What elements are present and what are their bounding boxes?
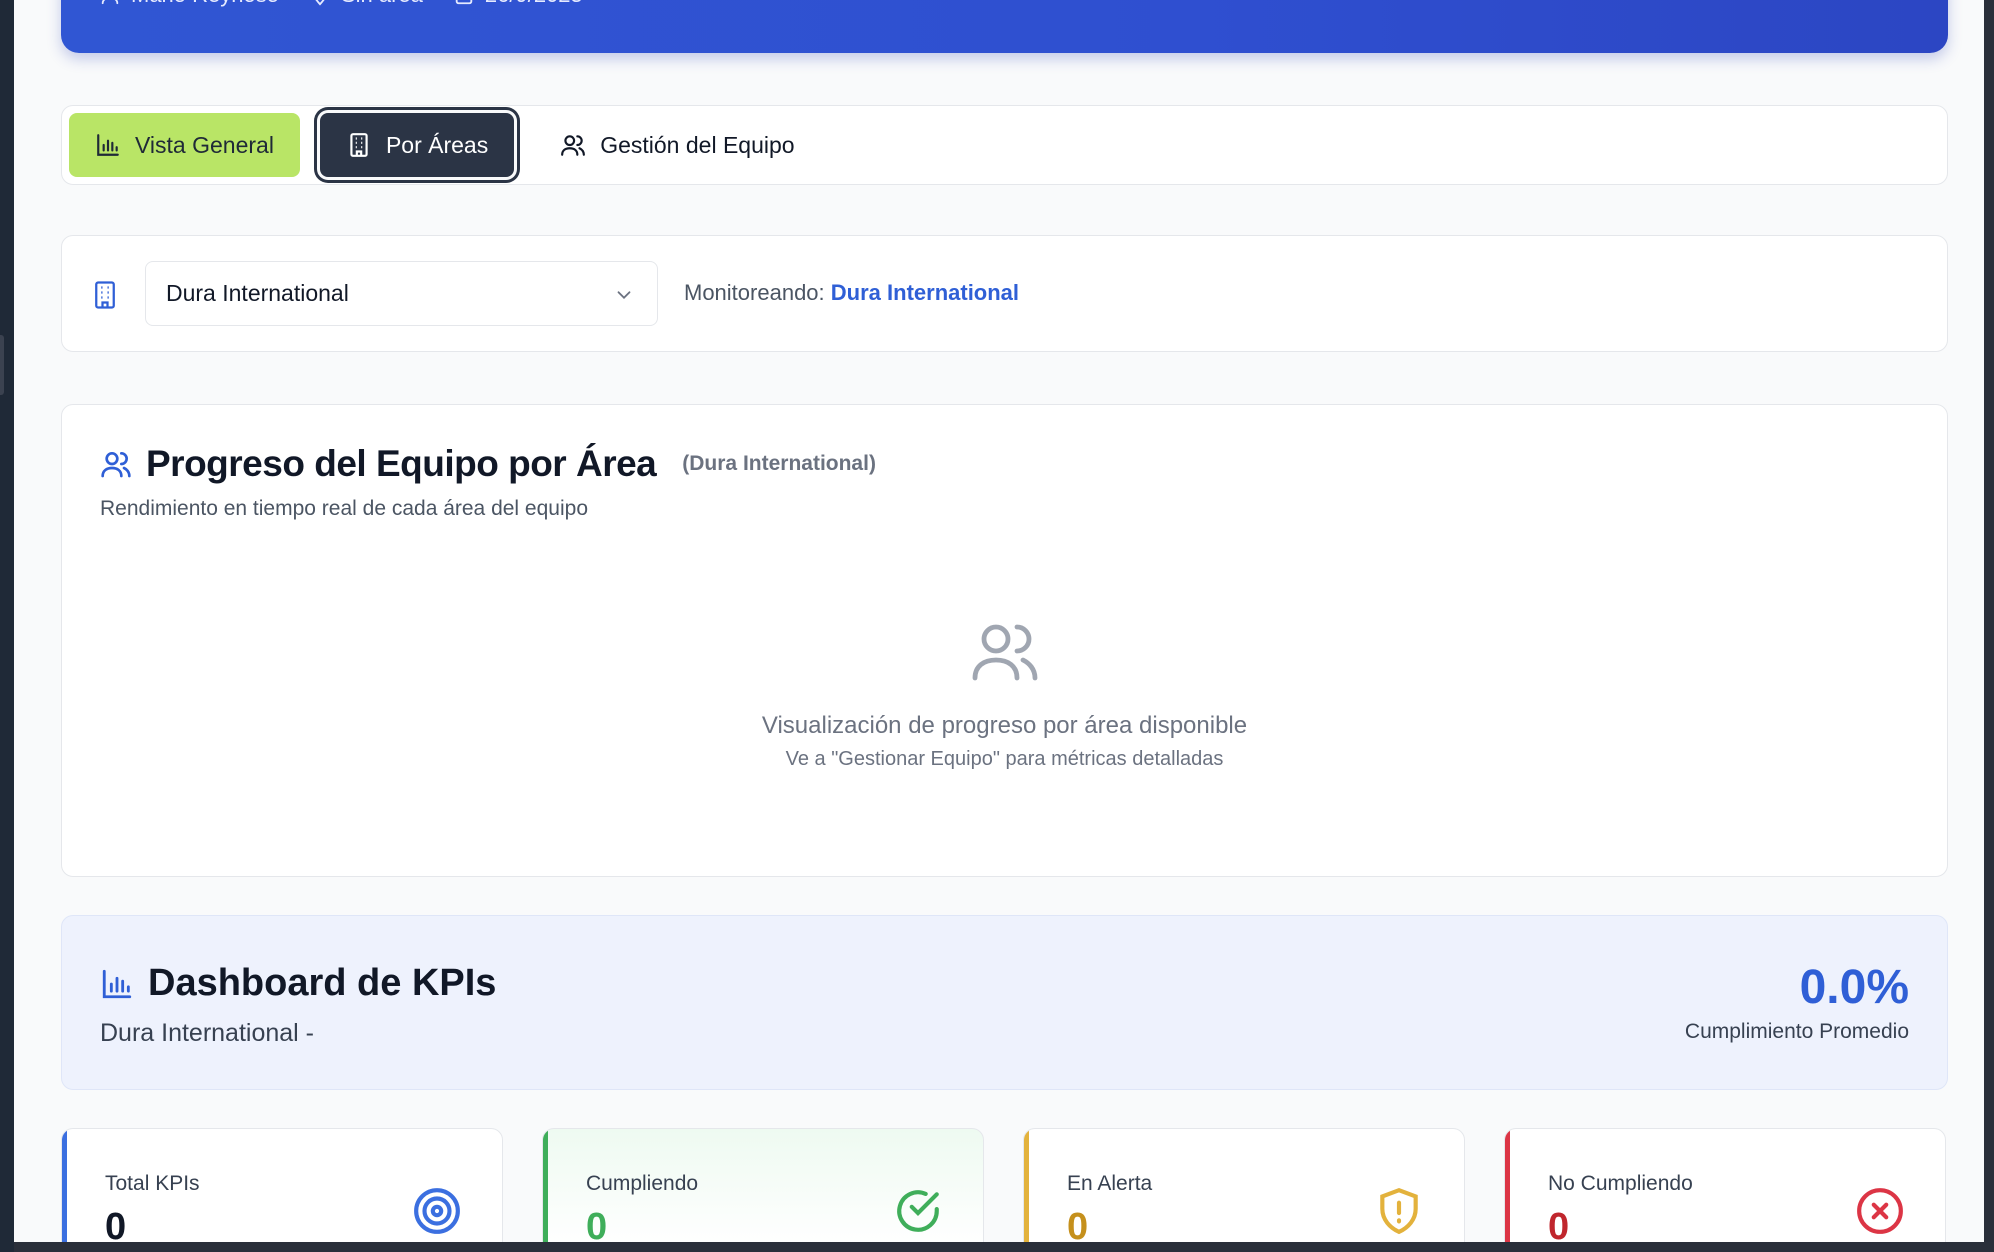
user-icon xyxy=(101,0,119,5)
stat-label: Total KPIs xyxy=(105,1172,200,1195)
header-area-label: Sin área xyxy=(341,0,423,8)
header-user: Mario Reynoso xyxy=(99,0,279,8)
monitoring-label: Monitoreando: Dura International xyxy=(684,280,1019,306)
team-progress-card: Progreso del Equipo por Área (Dura Inter… xyxy=(61,404,1948,877)
stat-label: En Alerta xyxy=(1067,1172,1153,1195)
kpi-average-label: Cumplimiento Promedio xyxy=(1684,1020,1909,1043)
progress-title-row: Progreso del Equipo por Área (Dura Inter… xyxy=(100,443,876,485)
users-icon xyxy=(972,624,1037,681)
tab-vista-general[interactable]: Vista General xyxy=(69,113,300,177)
stat-value: 0 xyxy=(1548,1206,1570,1242)
kpi-stats: Total KPIs 0 Cumpliendo 0 En Alerta 0 No… xyxy=(61,1128,1948,1242)
header-date: 26/9/2025 xyxy=(453,0,583,8)
stat-label: No Cumpliendo xyxy=(1548,1172,1693,1195)
kpi-title-row: Dashboard de KPIs xyxy=(100,962,496,1005)
tab-por-areas[interactable]: Por Áreas xyxy=(319,113,515,177)
users-icon xyxy=(561,135,586,156)
map-pin-icon xyxy=(315,0,325,6)
progress-title: Progreso del Equipo por Área xyxy=(146,443,657,484)
building-icon xyxy=(95,281,115,309)
stat-en-alerta: En Alerta 0 xyxy=(1023,1128,1465,1242)
progress-subtitle: (Dura International) xyxy=(682,452,876,475)
sidebar-edge xyxy=(0,0,14,1252)
sidebar-handle[interactable] xyxy=(0,335,4,395)
empty-state-title: Visualización de progreso por área dispo… xyxy=(761,712,1248,739)
users-icon xyxy=(101,452,131,478)
area-select-value: Dura International xyxy=(166,280,349,306)
empty-state: Visualización de progreso por área dispo… xyxy=(62,615,1947,771)
monitoring-value: Dura International xyxy=(830,280,1020,305)
kpi-dashboard-banner: Dashboard de KPIs Dura International - 0… xyxy=(61,915,1948,1090)
stat-label: Cumpliendo xyxy=(586,1172,699,1195)
header-user-name: Mario Reynoso xyxy=(131,0,279,8)
area-selector-card: Dura International Monitoreando: Dura In… xyxy=(61,235,1948,352)
progress-description: Rendimiento en tiempo real de cada área … xyxy=(100,497,588,520)
shield-alert-icon xyxy=(1380,1187,1418,1235)
view-tabs: Vista General Por Áreas Gestión del Equi… xyxy=(61,105,1948,185)
target-icon xyxy=(414,1188,460,1234)
header-date-label: 26/9/2025 xyxy=(485,0,583,8)
calendar-icon xyxy=(455,0,473,5)
bar-chart-icon xyxy=(102,969,132,998)
kpi-title: Dashboard de KPIs xyxy=(148,962,497,1004)
tab-label: Vista General xyxy=(135,131,274,158)
header-area: Sin área xyxy=(309,0,423,8)
stat-value: 0 xyxy=(105,1206,127,1242)
empty-state-hint: Ve a "Gestionar Equipo" para métricas de… xyxy=(785,748,1224,770)
tab-label: Por Áreas xyxy=(385,131,489,158)
stat-total-kpis: Total KPIs 0 xyxy=(61,1128,503,1242)
bar-chart-icon xyxy=(97,134,119,156)
app-window: Mario Reynoso Sin área 26/9/2025 Vista G… xyxy=(14,0,1984,1242)
building-icon xyxy=(350,133,368,157)
x-circle-icon xyxy=(1857,1188,1903,1234)
stat-cumpliendo: Cumpliendo 0 xyxy=(542,1128,984,1242)
page-header: Mario Reynoso Sin área 26/9/2025 xyxy=(61,0,1948,53)
kpi-subtitle: Dura International - xyxy=(100,1019,315,1047)
tab-label: Gestión del Equipo xyxy=(600,131,795,158)
check-circle-icon xyxy=(897,1190,939,1232)
stat-value: 0 xyxy=(1067,1206,1089,1242)
chevron-down-icon xyxy=(617,291,631,300)
monitoring-prefix: Monitoreando: xyxy=(684,280,825,305)
stat-value: 0 xyxy=(586,1206,608,1242)
area-select[interactable]: Dura International xyxy=(145,261,658,326)
stat-no-cumpliendo: No Cumpliendo 0 xyxy=(1504,1128,1946,1242)
kpi-average-value: 0.0% xyxy=(1799,961,1909,1014)
header-meta: Mario Reynoso Sin área 26/9/2025 xyxy=(99,0,583,8)
tab-gestion-equipo[interactable]: Gestión del Equipo xyxy=(534,113,820,177)
